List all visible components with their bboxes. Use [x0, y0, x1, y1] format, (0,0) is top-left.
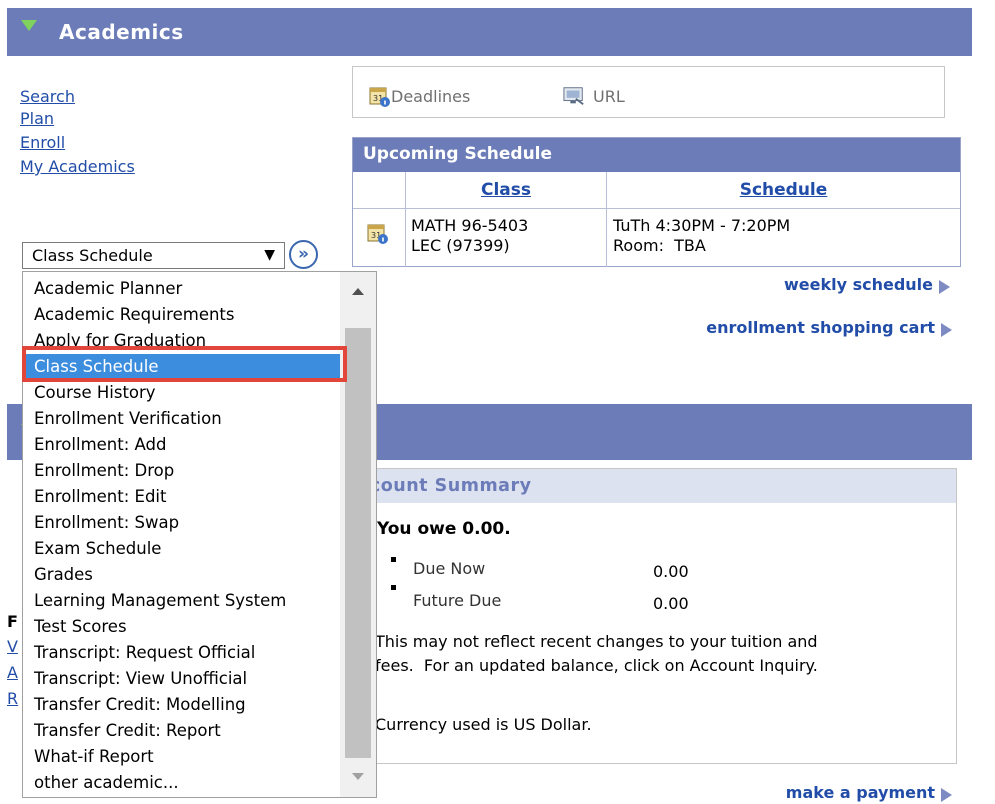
class-section: LEC (97399) [411, 236, 510, 255]
dropdown-option[interactable]: Transfer Credit: Report [23, 718, 341, 744]
upcoming-schedule-panel: Upcoming Schedule Class Schedule 31 MATH… [352, 137, 961, 267]
scroll-up-arrow-icon[interactable] [352, 288, 364, 295]
academic-nav-select[interactable]: Class Schedule ▼ [22, 242, 285, 269]
currency-note: Currency used is US Dollar. [375, 715, 592, 734]
dropdown-option[interactable]: Enrollment: Add [23, 432, 341, 458]
dropdown-option[interactable]: Course History [23, 380, 341, 406]
arrow-right-icon [939, 280, 950, 294]
dropdown-option[interactable]: Enrollment Verification [23, 406, 341, 432]
academics-toolbar: 31 Deadlines URL [352, 66, 945, 118]
academics-title: Academics [59, 20, 184, 44]
bullet [391, 585, 396, 590]
dropdown-option[interactable]: Enrollment: Drop [23, 458, 341, 484]
account-summary-title: ccount Summary [353, 469, 956, 503]
academics-header[interactable]: Academics [7, 8, 972, 56]
dropdown-option[interactable]: Learning Management System [23, 588, 341, 614]
selected-option-highlight [22, 346, 347, 382]
finance-link-fragment[interactable]: V [7, 637, 18, 656]
finance-heading-fragment: F [7, 612, 18, 631]
select-value: Class Schedule [32, 246, 153, 265]
url-link[interactable]: URL [593, 87, 625, 106]
account-summary-panel: ccount Summary You owe 0.00. Due Now 0.0… [352, 468, 957, 764]
arrow-right-icon [941, 323, 952, 337]
due-now-value: 0.00 [653, 562, 689, 581]
dropdown-option[interactable]: Transfer Credit: Modelling [23, 692, 341, 718]
dropdown-option[interactable]: What-if Report [23, 744, 341, 770]
dropdown-option[interactable]: Enrollment: Swap [23, 510, 341, 536]
dropdown-option[interactable]: Exam Schedule [23, 536, 341, 562]
collapse-triangle-icon[interactable] [21, 20, 37, 31]
weekly-schedule-label: weekly schedule [783, 275, 933, 294]
scroll-down-arrow-icon[interactable] [352, 773, 364, 780]
enroll-link[interactable]: Enroll [20, 132, 65, 154]
calendar-info-icon[interactable]: 31 [367, 222, 389, 244]
schedule-column-header[interactable]: Schedule [607, 172, 960, 208]
class-code: MATH 96-5403 [411, 216, 529, 235]
due-now-label: Due Now [413, 559, 486, 578]
dropdown-option[interactable]: Grades [23, 562, 341, 588]
amount-owed: You owe 0.00. [377, 519, 511, 539]
class-room: Room: TBA [613, 236, 706, 255]
future-due-label: Future Due [413, 591, 502, 610]
my-academics-link[interactable]: My Academics [20, 156, 135, 178]
future-due-value: 0.00 [653, 594, 689, 613]
dropdown-option[interactable]: other academic... [23, 770, 341, 796]
plan-link[interactable]: Plan [20, 108, 54, 130]
upcoming-schedule-title: Upcoming Schedule [353, 138, 960, 172]
scrollbar-thumb[interactable] [345, 328, 371, 758]
finance-link-fragment[interactable]: R [7, 689, 18, 708]
balance-notice-line1: This may not reflect recent changes to y… [375, 632, 818, 651]
dropdown-option[interactable]: Transcript: Request Official [23, 640, 341, 666]
shopping-cart-label: enrollment shopping cart [706, 318, 935, 337]
weekly-schedule-link[interactable]: weekly schedule [700, 275, 950, 294]
dropdown-option[interactable]: Test Scores [23, 614, 341, 640]
dropdown-option[interactable]: Academic Planner [23, 276, 341, 302]
go-button[interactable]: » [289, 240, 318, 269]
enrollment-shopping-cart-link[interactable]: enrollment shopping cart [640, 318, 952, 337]
dropdown-option[interactable]: Transcript: View Unofficial [23, 666, 341, 692]
dropdown-option[interactable]: Enrollment: Edit [23, 484, 341, 510]
finance-link-fragment[interactable]: A [7, 663, 18, 682]
make-payment-link[interactable]: make a payment [700, 783, 952, 802]
bullet [391, 557, 396, 562]
calendar-info-icon[interactable]: 31 [369, 85, 391, 107]
make-payment-label: make a payment [785, 783, 935, 802]
url-monitor-icon[interactable] [563, 85, 585, 107]
search-link[interactable]: Search [20, 86, 75, 108]
dropdown-option[interactable]: Academic Requirements [23, 302, 341, 328]
balance-notice-line2: fees. For an updated balance, click on A… [375, 656, 818, 675]
class-column-header[interactable]: Class [406, 172, 606, 208]
deadlines-link[interactable]: Deadlines [391, 87, 470, 106]
class-time: TuTh 4:30PM - 7:20PM [613, 216, 791, 235]
arrow-right-icon [941, 788, 952, 802]
dropdown-arrow-icon: ▼ [264, 247, 275, 263]
